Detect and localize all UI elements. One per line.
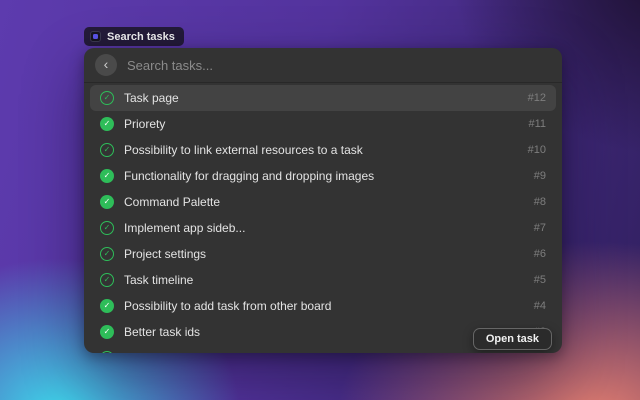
task-title: Better task ids [124,325,200,339]
check-circle-icon: ✓ [100,169,114,183]
back-button[interactable]: ‹ [95,54,117,76]
task-id-badge: #12 [528,92,546,104]
search-tasks-launcher-button[interactable]: Search tasks [84,27,184,46]
open-task-button[interactable]: Open task [473,328,552,350]
task-id-badge: #8 [534,196,546,208]
task-id-badge: #2 [534,352,546,353]
check-circle-icon: ✓ [100,273,114,287]
task-row[interactable]: ✓ Project settings #6 [90,241,556,267]
check-circle-icon: ✓ [100,143,114,157]
task-title: Task timeline [124,273,193,287]
task-row[interactable]: ✓ Functionality for dragging and droppin… [90,163,556,189]
task-row[interactable]: ✓ Possibility to link external resources… [90,137,556,163]
task-title: Project settings [124,247,206,261]
check-circle-icon: ✓ [100,325,114,339]
check-circle-icon: ✓ [100,351,114,353]
task-row[interactable]: ✓ Task timeline #5 [90,267,556,293]
task-id-badge: #7 [534,222,546,234]
task-title: Tighten authorization [124,351,236,353]
command-palette-panel: ‹ ✓ Task page #12 ✓ Priorety #11 ✓ Possi… [84,48,562,353]
task-row[interactable]: ✓ Possibility to add task from other boa… [90,293,556,319]
task-title: Possibility to add task from other board [124,299,331,313]
check-circle-icon: ✓ [100,299,114,313]
check-circle-icon: ✓ [100,247,114,261]
task-row[interactable]: ✓ Priorety #11 [90,111,556,137]
task-list: ✓ Task page #12 ✓ Priorety #11 ✓ Possibi… [84,83,562,353]
check-circle-icon: ✓ [100,221,114,235]
launcher-label: Search tasks [107,31,175,43]
chevron-left-icon: ‹ [104,57,109,71]
search-input[interactable] [127,58,551,73]
task-row[interactable]: ✓ Task page #12 [90,85,556,111]
check-circle-icon: ✓ [100,195,114,209]
app-square-icon [90,31,101,42]
task-id-badge: #6 [534,248,546,260]
task-title: Functionality for dragging and dropping … [124,169,374,183]
task-id-badge: #4 [534,300,546,312]
task-row[interactable]: ✓ Command Palette #8 [90,189,556,215]
task-title: Implement app sideb... [124,221,245,235]
task-id-badge: #5 [534,274,546,286]
check-circle-icon: ✓ [100,91,114,105]
task-id-badge: #10 [528,144,546,156]
task-id-badge: #11 [528,118,546,130]
task-title: Possibility to link external resources t… [124,143,363,157]
search-header: ‹ [84,48,562,83]
task-id-badge: #9 [534,170,546,182]
task-title: Task page [124,91,179,105]
task-row[interactable]: ✓ Implement app sideb... #7 [90,215,556,241]
task-title: Command Palette [124,195,220,209]
task-title: Priorety [124,117,165,131]
check-circle-icon: ✓ [100,117,114,131]
